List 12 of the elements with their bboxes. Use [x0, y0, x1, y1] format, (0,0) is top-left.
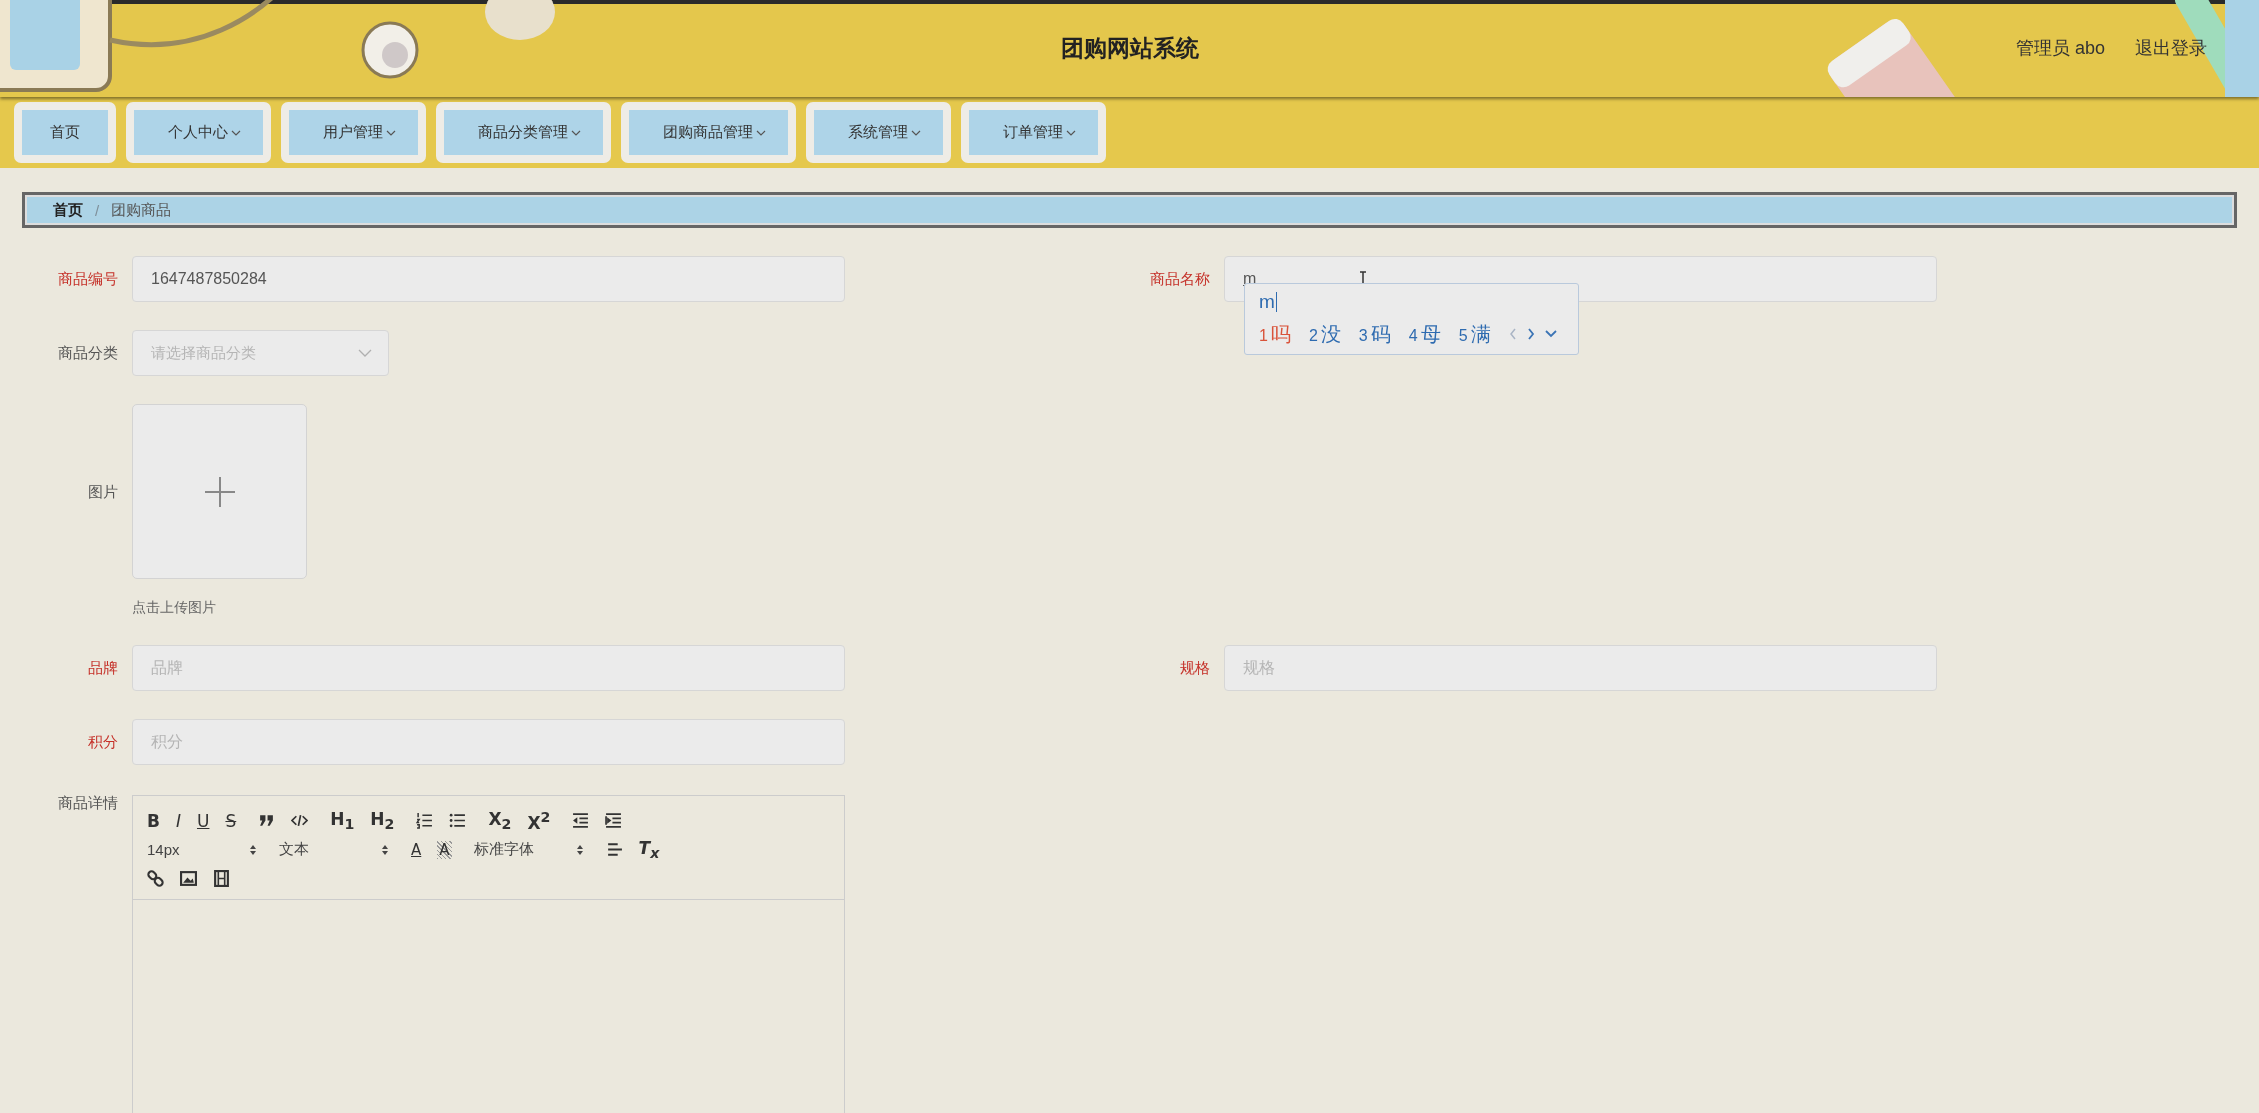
field-label: 商品编号: [57, 269, 119, 289]
breadcrumb-separator: /: [95, 201, 100, 219]
upload-hint: 点击上传图片: [132, 599, 217, 617]
field-label: 品牌: [87, 658, 119, 678]
user-name: 管理员 abo: [2015, 37, 2105, 60]
field-label: 商品分类: [57, 343, 119, 363]
site-title: 团购网站系统: [1060, 34, 1199, 63]
field-label: 积分: [87, 732, 119, 752]
field-label: 商品名称: [1149, 269, 1211, 289]
field-label: 商品详情: [57, 793, 119, 813]
field-label: 规格: [1179, 658, 1211, 678]
field-label: 图片: [87, 482, 119, 502]
